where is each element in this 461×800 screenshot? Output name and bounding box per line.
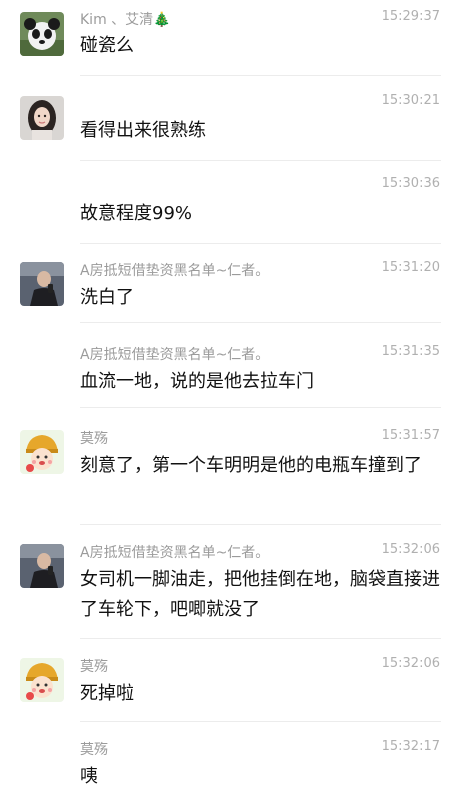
message-text[interactable]: 刻意了，第一个车明明是他的电瓶车撞到了 [80, 451, 442, 481]
chat-message: 莫殇 15:31:57 刻意了，第一个车明明是他的电瓶车撞到了 [0, 408, 461, 525]
chat-message: Kim 、艾清🎄 15:29:37 碰瓷么 [0, 0, 461, 76]
message-text[interactable]: 看得出来很熟练 [80, 116, 442, 146]
message-text[interactable]: 死掉啦 [80, 679, 442, 709]
message-time: 15:31:57 [381, 428, 440, 443]
message-text[interactable]: 咦 [80, 762, 442, 792]
chat-message: 莫殇 15:32:06 死掉啦 [0, 639, 461, 722]
message-time: 15:30:21 [381, 93, 440, 108]
sender-name: 莫殇 [80, 742, 108, 758]
message-text[interactable]: 碰瓷么 [80, 31, 442, 61]
sender-name: Kim 、艾清🎄 [80, 12, 171, 28]
panda-avatar-icon[interactable] [20, 12, 64, 56]
chat-message: A房抵短借垫资黑名单~仁者。 15:32:06 女司机一脚油走，把他挂倒在地，脑… [0, 525, 461, 639]
message-text[interactable]: 女司机一脚油走，把他挂倒在地，脑袋直接进了车轮下，吧唧就没了 [80, 565, 442, 625]
message-time: 15:31:20 [381, 260, 440, 275]
message-time: 15:32:06 [381, 656, 440, 671]
sender-name: 莫殇 [80, 659, 108, 675]
man-avatar-icon[interactable] [20, 544, 64, 588]
message-time: 15:30:36 [381, 176, 440, 191]
sender-name: A房抵短借垫资黑名单~仁者。 [80, 545, 270, 561]
chat-message: 15:30:36 故意程度99% [0, 161, 461, 244]
chat-message-list: Kim 、艾清🎄 15:29:37 碰瓷么 15:30:21 看得出来很熟练 1… [0, 0, 461, 800]
cartoon-avatar-icon[interactable] [20, 430, 64, 474]
sender-name: 莫殇 [80, 431, 108, 447]
message-text[interactable]: 故意程度99% [80, 199, 442, 229]
chat-message: 莫殇 15:32:17 咦 [0, 722, 461, 800]
message-text[interactable]: 血流一地，说的是他去拉车门 [80, 367, 442, 397]
woman-avatar-icon[interactable] [20, 96, 64, 140]
message-time: 15:31:35 [381, 344, 440, 359]
sender-name: A房抵短借垫资黑名单~仁者。 [80, 347, 270, 363]
man-avatar-icon[interactable] [20, 262, 64, 306]
chat-message: A房抵短借垫资黑名单~仁者。 15:31:20 洗白了 [0, 244, 461, 323]
chat-message: A房抵短借垫资黑名单~仁者。 15:31:35 血流一地，说的是他去拉车门 [0, 323, 461, 408]
cartoon-avatar-icon[interactable] [20, 658, 64, 702]
message-text[interactable]: 洗白了 [80, 283, 442, 313]
sender-name: A房抵短借垫资黑名单~仁者。 [80, 263, 270, 279]
message-time: 15:32:17 [381, 739, 440, 754]
message-time: 15:29:37 [381, 9, 440, 24]
message-time: 15:32:06 [381, 542, 440, 557]
chat-message: 15:30:21 看得出来很熟练 [0, 76, 461, 161]
